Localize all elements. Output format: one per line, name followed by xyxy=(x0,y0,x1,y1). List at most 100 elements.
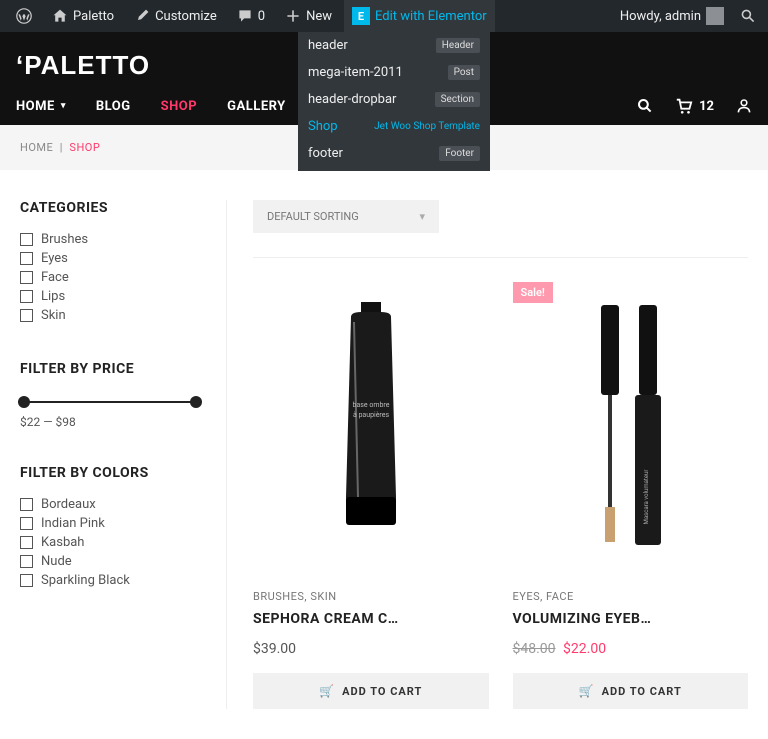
svg-text:Mascara volumateur: Mascara volumateur xyxy=(643,470,650,525)
dropdown-item[interactable]: footerFooter xyxy=(298,140,490,167)
dropdown-item[interactable]: headerHeader xyxy=(298,32,490,59)
checkbox-icon xyxy=(20,290,33,303)
old-price: $48.00 xyxy=(513,641,556,657)
dropdown-item-label: header xyxy=(308,38,436,53)
product-card[interactable]: base ombre à paupières BRUSHES, SKIN SEP… xyxy=(253,282,489,709)
product-price: $48.00 $22.00 xyxy=(513,641,749,657)
widget-colors-title: FILTER BY COLORS xyxy=(20,465,200,481)
comments-count: 0 xyxy=(258,9,265,24)
elementor-item[interactable]: E Edit with Elementor xyxy=(344,0,495,32)
new-item[interactable]: New xyxy=(277,0,340,32)
category-filter-item[interactable]: Face xyxy=(20,268,200,287)
howdy-item[interactable]: Howdy, admin xyxy=(612,0,732,32)
user-icon xyxy=(736,98,752,114)
category-label: Skin xyxy=(41,308,66,323)
color-filter-item[interactable]: Indian Pink xyxy=(20,514,200,533)
product-grid: base ombre à paupières BRUSHES, SKIN SEP… xyxy=(253,282,748,709)
color-filter-item[interactable]: Nude xyxy=(20,552,200,571)
category-filter-item[interactable]: Brushes xyxy=(20,230,200,249)
slider-handle-min[interactable] xyxy=(18,396,30,408)
checkbox-icon xyxy=(20,555,33,568)
sort-select[interactable]: DEFAULT SORTING ▾ xyxy=(253,200,439,233)
category-label: Face xyxy=(41,270,69,285)
color-filter-item[interactable]: Kasbah xyxy=(20,533,200,552)
dropdown-item-label: mega-item-2011 xyxy=(308,65,448,80)
product-card[interactable]: Sale! Mascara volumateur EYES, FACE VOL xyxy=(513,282,749,709)
breadcrumb-sep: | xyxy=(60,141,63,154)
widget-categories-title: CATEGORIES xyxy=(20,200,200,216)
sidebar: CATEGORIES Brushes Eyes Face Lips Skin FILTE… xyxy=(20,200,200,709)
admin-search[interactable] xyxy=(736,0,760,32)
price-range-text: $22 — $98 xyxy=(20,415,200,429)
nav-home[interactable]: HOME ▾ xyxy=(16,99,66,114)
color-filter-item[interactable]: Bordeaux xyxy=(20,495,200,514)
breadcrumb-home[interactable]: HOME xyxy=(20,141,53,154)
dropdown-item[interactable]: mega-item-2011Post xyxy=(298,59,490,86)
cart-icon xyxy=(675,97,693,115)
comments-item[interactable]: 0 xyxy=(229,0,273,32)
nav-cart[interactable]: 12 xyxy=(675,97,714,115)
main-wrap: CATEGORIES Brushes Eyes Face Lips Skin FILTE… xyxy=(0,170,768,739)
product-title[interactable]: VOLUMIZING EYEB… xyxy=(513,611,749,627)
svg-text:base ombre: base ombre xyxy=(352,401,389,409)
site-name-item[interactable]: Paletto xyxy=(44,0,122,32)
plus-icon xyxy=(285,8,301,24)
category-label: Lips xyxy=(41,289,65,304)
add-to-cart-label: ADD TO CART xyxy=(602,685,682,698)
product-tube-icon: base ombre à paupières xyxy=(326,297,416,557)
category-filter-item[interactable]: Skin xyxy=(20,306,200,325)
category-label: Eyes xyxy=(41,251,68,266)
nav-gallery[interactable]: GALLERY xyxy=(227,99,286,114)
checkbox-icon xyxy=(20,233,33,246)
product-mascara-icon: Mascara volumateur xyxy=(575,297,685,557)
comment-icon xyxy=(237,8,253,24)
color-filter-item[interactable]: Sparkling Black xyxy=(20,571,200,590)
slider-handle-max[interactable] xyxy=(190,396,202,408)
nav-blog[interactable]: BLOG xyxy=(96,99,131,114)
admin-bar-left: Paletto Customize 0 New E Edit with Elem… xyxy=(8,0,495,32)
dropdown-item-label: header-dropbar xyxy=(308,92,435,107)
product-title[interactable]: SEPHORA CREAM C… xyxy=(253,611,489,627)
category-filter-item[interactable]: Lips xyxy=(20,287,200,306)
dropdown-item-label: footer xyxy=(308,146,439,161)
color-label: Sparkling Black xyxy=(41,573,130,588)
sort-area: DEFAULT SORTING ▾ xyxy=(253,200,748,233)
nav-right: 12 xyxy=(637,97,752,115)
wp-logo[interactable] xyxy=(8,0,40,32)
sort-label: DEFAULT SORTING xyxy=(267,210,359,223)
customize-item[interactable]: Customize xyxy=(126,0,225,32)
dropdown-item-tag: Section xyxy=(435,92,480,107)
checkbox-icon xyxy=(20,517,33,530)
widget-price-title: FILTER BY PRICE xyxy=(20,361,200,377)
add-to-cart-button[interactable]: 🛒 ADD TO CART xyxy=(513,673,749,709)
cart-icon: 🛒 xyxy=(579,684,595,698)
elementor-icon: E xyxy=(352,7,370,25)
nav-left: HOME ▾ BLOG SHOP GALLERY xyxy=(16,99,286,114)
dropdown-item[interactable]: header-dropbarSection xyxy=(298,86,490,113)
product-meta: EYES, FACE xyxy=(513,590,749,603)
nav-account[interactable] xyxy=(736,98,752,114)
nav-search[interactable] xyxy=(637,98,653,114)
checkbox-icon xyxy=(20,574,33,587)
product-price: $39.00 xyxy=(253,641,489,657)
wp-admin-bar: Paletto Customize 0 New E Edit with Elem… xyxy=(0,0,768,32)
wordpress-icon xyxy=(16,8,32,24)
svg-text:à paupières: à paupières xyxy=(353,411,390,419)
customize-text: Customize xyxy=(155,9,217,24)
color-label: Nude xyxy=(41,554,72,569)
elementor-dropdown: headerHeadermega-item-2011Postheader-dro… xyxy=(298,32,490,171)
sale-price: $22.00 xyxy=(563,641,606,657)
search-icon xyxy=(740,8,756,24)
cart-icon: 🛒 xyxy=(319,684,335,698)
dropdown-item-label: Shop xyxy=(308,119,374,134)
cart-count: 12 xyxy=(699,99,714,114)
home-icon xyxy=(52,8,68,24)
dropdown-item[interactable]: ShopJet Woo Shop Template xyxy=(298,113,490,140)
price-slider[interactable] xyxy=(20,401,200,403)
avatar-icon xyxy=(706,7,724,25)
category-filter-item[interactable]: Eyes xyxy=(20,249,200,268)
nav-shop[interactable]: SHOP xyxy=(161,99,198,114)
add-to-cart-button[interactable]: 🛒 ADD TO CART xyxy=(253,673,489,709)
category-label: Brushes xyxy=(41,232,88,247)
dropdown-item-tag: Post xyxy=(448,65,480,80)
